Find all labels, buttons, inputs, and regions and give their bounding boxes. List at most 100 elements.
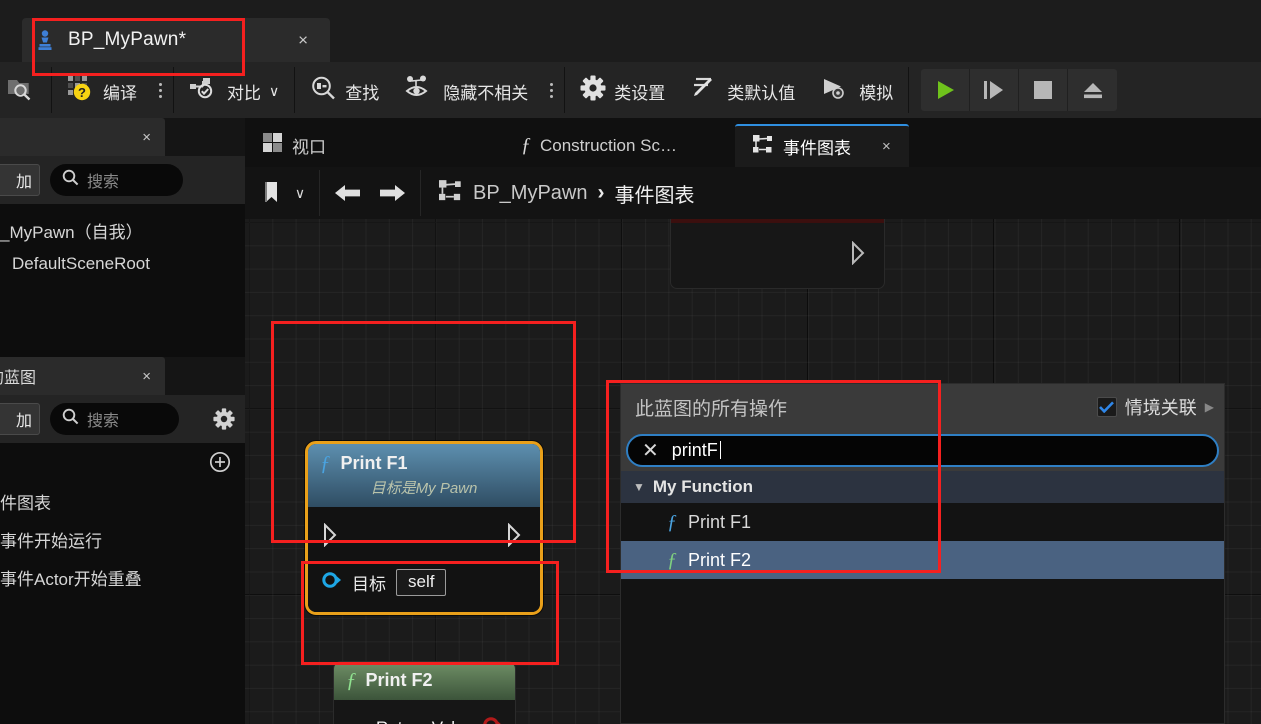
action-menu-group-my-function[interactable]: ▼ My Function xyxy=(621,471,1224,503)
dot xyxy=(159,94,162,98)
my-blueprint-section-header xyxy=(0,443,245,481)
print-f2-return-value-pin[interactable] xyxy=(483,716,503,724)
my-blueprint-item-begin-play[interactable]: 事件开始运行 xyxy=(0,523,245,556)
step-button[interactable] xyxy=(970,69,1020,111)
action-menu-search-value: printF xyxy=(671,440,721,460)
component-label: DefaultSceneRoot xyxy=(12,253,150,273)
my-blueprint-item-actor-begin-overlap[interactable]: 事件Actor开始重叠 xyxy=(0,561,245,594)
tab-construction-script[interactable]: ƒ Construction Sc… xyxy=(503,124,695,167)
function-icon: ƒ xyxy=(521,134,531,156)
class-defaults-icon xyxy=(691,75,719,106)
eject-button[interactable] xyxy=(1068,69,1117,111)
action-menu-item-label: Print F1 xyxy=(688,511,752,532)
compile-button[interactable]: ? 编译 xyxy=(54,62,150,118)
hide-unrelated-icon xyxy=(405,75,435,106)
action-menu-empty-area xyxy=(621,579,1224,723)
action-menu-item-label: Print F2 xyxy=(688,549,752,570)
viewport-icon xyxy=(263,133,283,158)
find-button[interactable]: 查找 xyxy=(297,62,392,118)
my-blueprint-search-placeholder: 搜索 xyxy=(87,413,120,430)
event-graph-icon xyxy=(439,179,463,207)
chevron-down-icon[interactable]: ∨ xyxy=(269,83,279,100)
step-icon xyxy=(984,81,1004,99)
my-blueprint-add-button[interactable]: 加 xyxy=(0,403,40,435)
hide-unrelated-options-button[interactable] xyxy=(541,82,562,98)
print-f1-exec-in-pin[interactable] xyxy=(322,522,342,552)
asset-tab-bp-mypawn[interactable]: BP_MyPawn* × xyxy=(22,18,330,62)
my-blueprint-settings-gear-icon[interactable] xyxy=(213,408,235,435)
begin-play-node[interactable]: 事件开始运行 xyxy=(670,219,885,289)
action-menu-item-print-f1[interactable]: ƒ Print F1 xyxy=(621,503,1224,541)
my-blueprint-panel-tabstrip: 我的蓝图 × xyxy=(0,357,245,395)
action-menu-search-input[interactable]: ✕ printF xyxy=(626,434,1219,467)
compile-options-button[interactable] xyxy=(150,82,171,98)
play-button[interactable] xyxy=(921,69,971,111)
print-f1-node[interactable]: ƒ Print F1 目标是My Pawn 目标 self xyxy=(305,441,543,615)
my-blueprint-search-input[interactable]: 搜索 xyxy=(50,403,179,435)
components-panel-close-icon[interactable]: × xyxy=(142,129,151,146)
search-icon xyxy=(62,169,79,191)
class-defaults-button[interactable]: 类默认值 xyxy=(678,62,808,118)
print-f1-target-value[interactable]: self xyxy=(396,569,447,596)
main-toolbar: ? 编译 对比 ∨ 查找 隐藏不相关 类设置 类默认值 模拟 xyxy=(0,62,1261,118)
component-label: _MyPawn（自我） xyxy=(0,223,143,242)
class-settings-label: 类设置 xyxy=(614,83,666,103)
dot xyxy=(159,88,162,92)
tab-event-graph[interactable]: 事件图表 × xyxy=(735,124,909,167)
asset-tab-close-icon[interactable]: × xyxy=(298,32,308,49)
context-sensitive-checkbox[interactable] xyxy=(1096,397,1117,417)
print-f1-target-row: 目标 self xyxy=(308,569,540,596)
component-row-default-scene-root[interactable]: DefaultSceneRoot xyxy=(0,247,245,280)
expand-right-caret-icon[interactable]: ▶ xyxy=(1205,400,1214,414)
toolbar-separator xyxy=(564,67,566,113)
tab-event-graph-close-icon[interactable]: × xyxy=(882,138,891,155)
graph-toolbar-separator xyxy=(420,170,421,216)
component-row-self[interactable]: _MyPawn（自我） xyxy=(0,214,245,247)
navigate-forward-button[interactable] xyxy=(370,167,414,219)
function-icon: ƒ xyxy=(320,451,331,475)
arrow-right-icon xyxy=(380,185,405,201)
print-f1-exec-out-pin[interactable] xyxy=(506,522,526,552)
context-sensitive-toggle[interactable]: 情境关联 ▶ xyxy=(1096,394,1214,420)
class-settings-button[interactable]: 类设置 xyxy=(567,62,678,118)
components-panel-tab[interactable]: 件 × xyxy=(0,118,165,156)
eject-icon xyxy=(1083,83,1102,99)
title-bar: BP_MyPawn* × xyxy=(0,0,1261,62)
hide-unrelated-button[interactable]: 隐藏不相关 xyxy=(392,62,541,118)
navigate-back-button[interactable] xyxy=(326,167,370,219)
components-tree: _MyPawn（自我） DefaultSceneRoot xyxy=(0,204,245,280)
clear-search-icon[interactable]: ✕ xyxy=(642,438,659,463)
print-f1-target-pin[interactable] xyxy=(322,571,342,594)
action-menu-title: 此蓝图的所有操作 xyxy=(635,398,788,420)
tab-viewport[interactable]: 视口 xyxy=(245,124,344,167)
function-icon: ƒ xyxy=(667,510,677,533)
stop-button[interactable] xyxy=(1019,69,1069,111)
bookmark-button[interactable] xyxy=(257,167,287,219)
bookmark-dropdown-button[interactable]: ∨ xyxy=(287,167,313,219)
diff-icon xyxy=(189,76,219,105)
my-blueprint-panel-title: 我的蓝图 xyxy=(0,370,37,387)
my-blueprint-item-label: 件图表 xyxy=(0,494,51,513)
print-f2-return-value-label: Return Value xyxy=(376,718,474,724)
components-add-button[interactable]: 加 xyxy=(0,164,40,196)
my-blueprint-panel-tab[interactable]: 我的蓝图 × xyxy=(0,357,165,395)
begin-play-exec-out-pin[interactable] xyxy=(850,240,870,270)
my-blueprint-item-label: 事件开始运行 xyxy=(0,532,102,551)
tab-construction-script-label: Construction Sc… xyxy=(540,135,677,155)
my-blueprint-item-event-graph[interactable]: 件图表 xyxy=(0,485,245,518)
print-f2-node[interactable]: ƒ Print F2 Return Value xyxy=(333,661,516,724)
my-blueprint-panel-close-icon[interactable]: × xyxy=(142,368,151,385)
action-menu-item-print-f2[interactable]: ƒ Print F2 xyxy=(621,541,1224,579)
svg-text:?: ? xyxy=(78,85,86,100)
collapse-caret-icon[interactable]: ▼ xyxy=(633,480,645,494)
print-f1-node-header: ƒ Print F1 目标是My Pawn xyxy=(308,444,540,507)
gear-icon xyxy=(580,75,606,106)
components-search-input[interactable]: 搜索 xyxy=(50,164,183,196)
diff-button[interactable]: 对比 ∨ xyxy=(176,62,292,118)
print-f1-exec-row xyxy=(308,521,540,553)
breadcrumb-root[interactable]: BP_MyPawn xyxy=(473,182,588,205)
browse-asset-button[interactable] xyxy=(0,62,49,118)
arrow-left-icon xyxy=(335,185,360,201)
add-new-item-plus-circle-icon[interactable] xyxy=(209,451,231,478)
simulate-button[interactable]: 模拟 xyxy=(808,62,906,118)
